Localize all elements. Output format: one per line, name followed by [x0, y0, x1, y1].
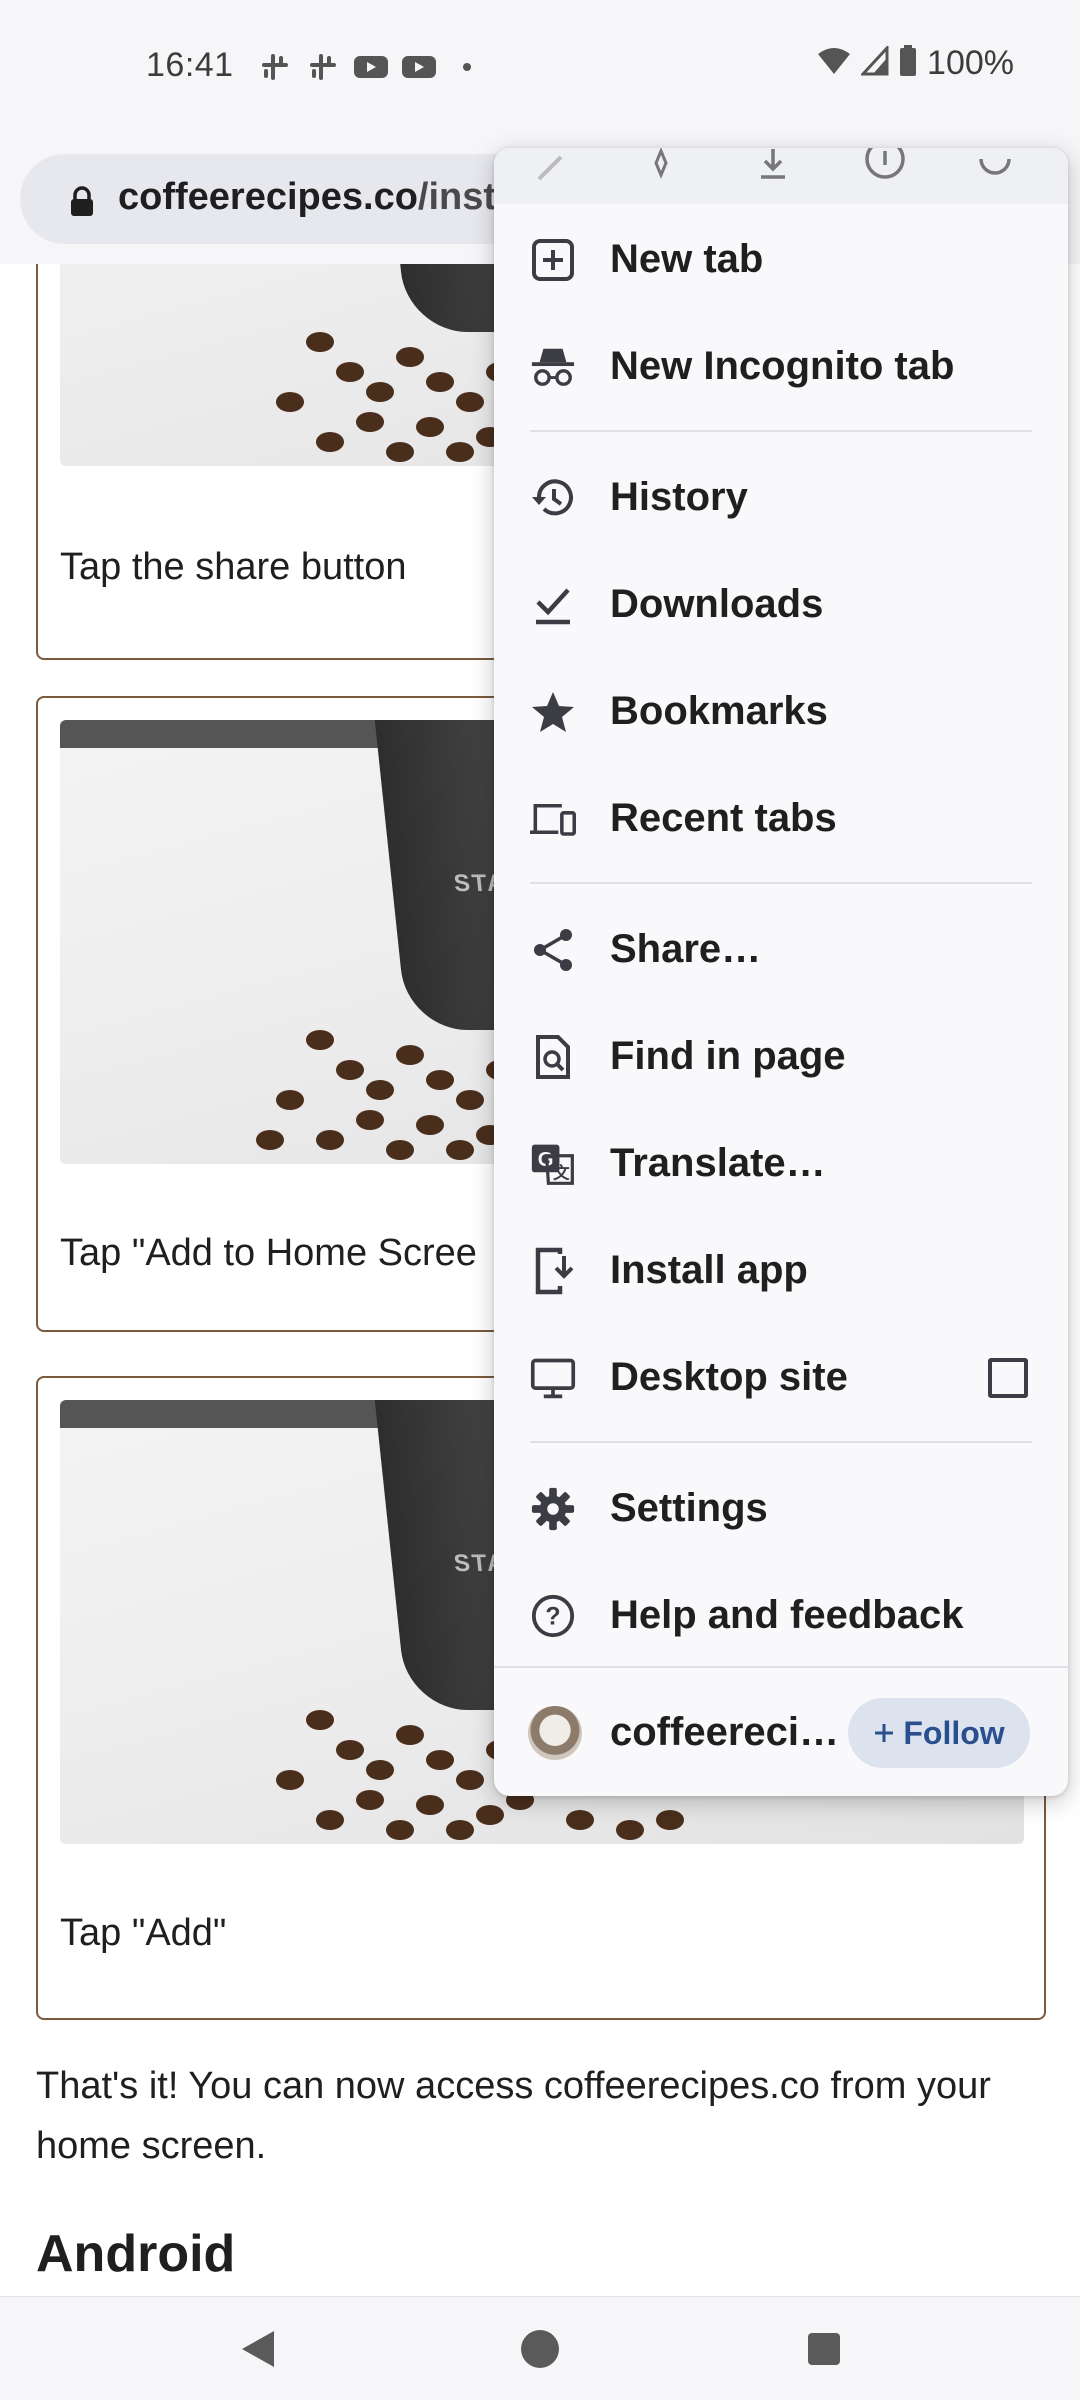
follow-button[interactable]: Follow [848, 1698, 1030, 1768]
svg-text:?: ? [545, 1603, 560, 1631]
menu-item-install-app[interactable]: Install app [494, 1217, 1068, 1324]
menu-item-label: Find in page [610, 1034, 846, 1078]
menu-item-recent-tabs[interactable]: Recent tabs [494, 765, 1068, 872]
recent-tabs-icon [530, 796, 576, 842]
menu-item-translate[interactable]: G文 Translate… [494, 1110, 1068, 1217]
menu-item-find-in-page[interactable]: Find in page [494, 1003, 1068, 1110]
battery-percent: 100% [927, 44, 1014, 82]
install-app-icon [530, 1247, 576, 1295]
history-icon [530, 475, 576, 521]
bookmark-star-icon[interactable] [636, 148, 686, 190]
menu-item-desktop-site[interactable]: Desktop site [494, 1324, 1068, 1431]
menu-item-settings[interactable]: Settings [494, 1455, 1068, 1562]
menu-item-bookmarks[interactable]: Bookmarks [494, 658, 1068, 765]
site-favicon [528, 1706, 582, 1760]
download-icon[interactable] [748, 148, 798, 190]
menu-item-label: Translate… [610, 1141, 826, 1185]
translate-icon: G文 [530, 1141, 576, 1187]
recents-square-icon [808, 2333, 840, 2365]
menu-item-label: New Incognito tab [610, 344, 955, 388]
system-status: 100% [817, 44, 1014, 83]
help-icon: ? [530, 1593, 576, 1639]
youtube-icon [354, 50, 388, 84]
menu-item-label: Recent tabs [610, 796, 837, 840]
downloads-icon [530, 582, 576, 628]
menu-divider [530, 1441, 1032, 1443]
forward-icon[interactable] [526, 148, 576, 190]
battery-icon [899, 45, 917, 82]
status-time: 16:41 [146, 46, 234, 84]
plus-icon [873, 1715, 895, 1752]
card-caption: Tap "Add to Home Scree [60, 1232, 477, 1274]
back-triangle-icon [242, 2331, 274, 2367]
menu-item-label: Settings [610, 1486, 768, 1530]
section-heading: Android [36, 2225, 236, 2283]
menu-item-downloads[interactable]: Downloads [494, 551, 1068, 658]
menu-item-new-incognito-tab[interactable]: New Incognito tab [494, 313, 1068, 420]
youtube-icon [402, 50, 436, 84]
menu-item-label: Downloads [610, 582, 824, 626]
new-tab-icon [530, 237, 576, 283]
dot-icon [450, 50, 484, 84]
home-button[interactable] [518, 2327, 562, 2371]
bookmarks-star-icon [530, 689, 576, 735]
menu-item-new-tab[interactable]: New tab [494, 206, 1068, 313]
lock-icon[interactable] [68, 186, 96, 223]
signal-icon [859, 44, 889, 81]
settings-gear-icon [530, 1486, 576, 1532]
incognito-icon [530, 344, 576, 390]
recents-button[interactable] [802, 2327, 846, 2371]
menu-item-history[interactable]: History [494, 444, 1068, 551]
find-in-page-icon [530, 1034, 576, 1080]
menu-item-label: New tab [610, 237, 764, 281]
notification-icons [258, 50, 484, 84]
wifi-icon [817, 46, 851, 81]
menu-item-label: Help and feedback [610, 1593, 964, 1637]
home-circle-icon [521, 2330, 559, 2368]
menu-item-share[interactable]: Share… [494, 896, 1068, 1003]
svg-text:文: 文 [553, 1163, 570, 1183]
desktop-site-checkbox[interactable] [988, 1358, 1028, 1398]
status-bar: 16:41 100% [0, 0, 1080, 134]
browser-overflow-menu: New tab New Incognito tab History Downlo… [494, 148, 1068, 1796]
follow-label: Follow [903, 1714, 1005, 1751]
site-name: coffeereci… [610, 1710, 839, 1754]
card-caption: Tap "Add" [60, 1912, 227, 1954]
share-icon [530, 927, 576, 973]
slack-icon [258, 50, 292, 84]
menu-item-label: History [610, 475, 748, 519]
closing-paragraph: That's it! You can now access coffeereci… [36, 2065, 991, 2167]
menu-divider [530, 882, 1032, 884]
menu-divider [530, 430, 1032, 432]
refresh-icon[interactable] [970, 148, 1020, 190]
menu-follow-row: coffeereci… Follow [494, 1666, 1068, 1796]
menu-item-label: Desktop site [610, 1355, 848, 1399]
url-text[interactable]: coffeerecipes.co/insta [118, 176, 517, 219]
slack-icon [306, 50, 340, 84]
menu-item-label: Bookmarks [610, 689, 828, 733]
back-button[interactable] [236, 2327, 280, 2371]
card-caption: Tap the share button [60, 546, 407, 588]
menu-item-label: Install app [610, 1248, 808, 1292]
menu-item-label: Share… [610, 927, 762, 971]
url-host: coffeerecipes.co [118, 176, 418, 218]
menu-action-row [494, 148, 1068, 204]
menu-item-help-and-feedback[interactable]: ? Help and feedback [494, 1562, 1068, 1669]
desktop-icon [530, 1355, 576, 1401]
system-navigation-bar [0, 2296, 1080, 2400]
info-icon[interactable] [860, 148, 910, 190]
